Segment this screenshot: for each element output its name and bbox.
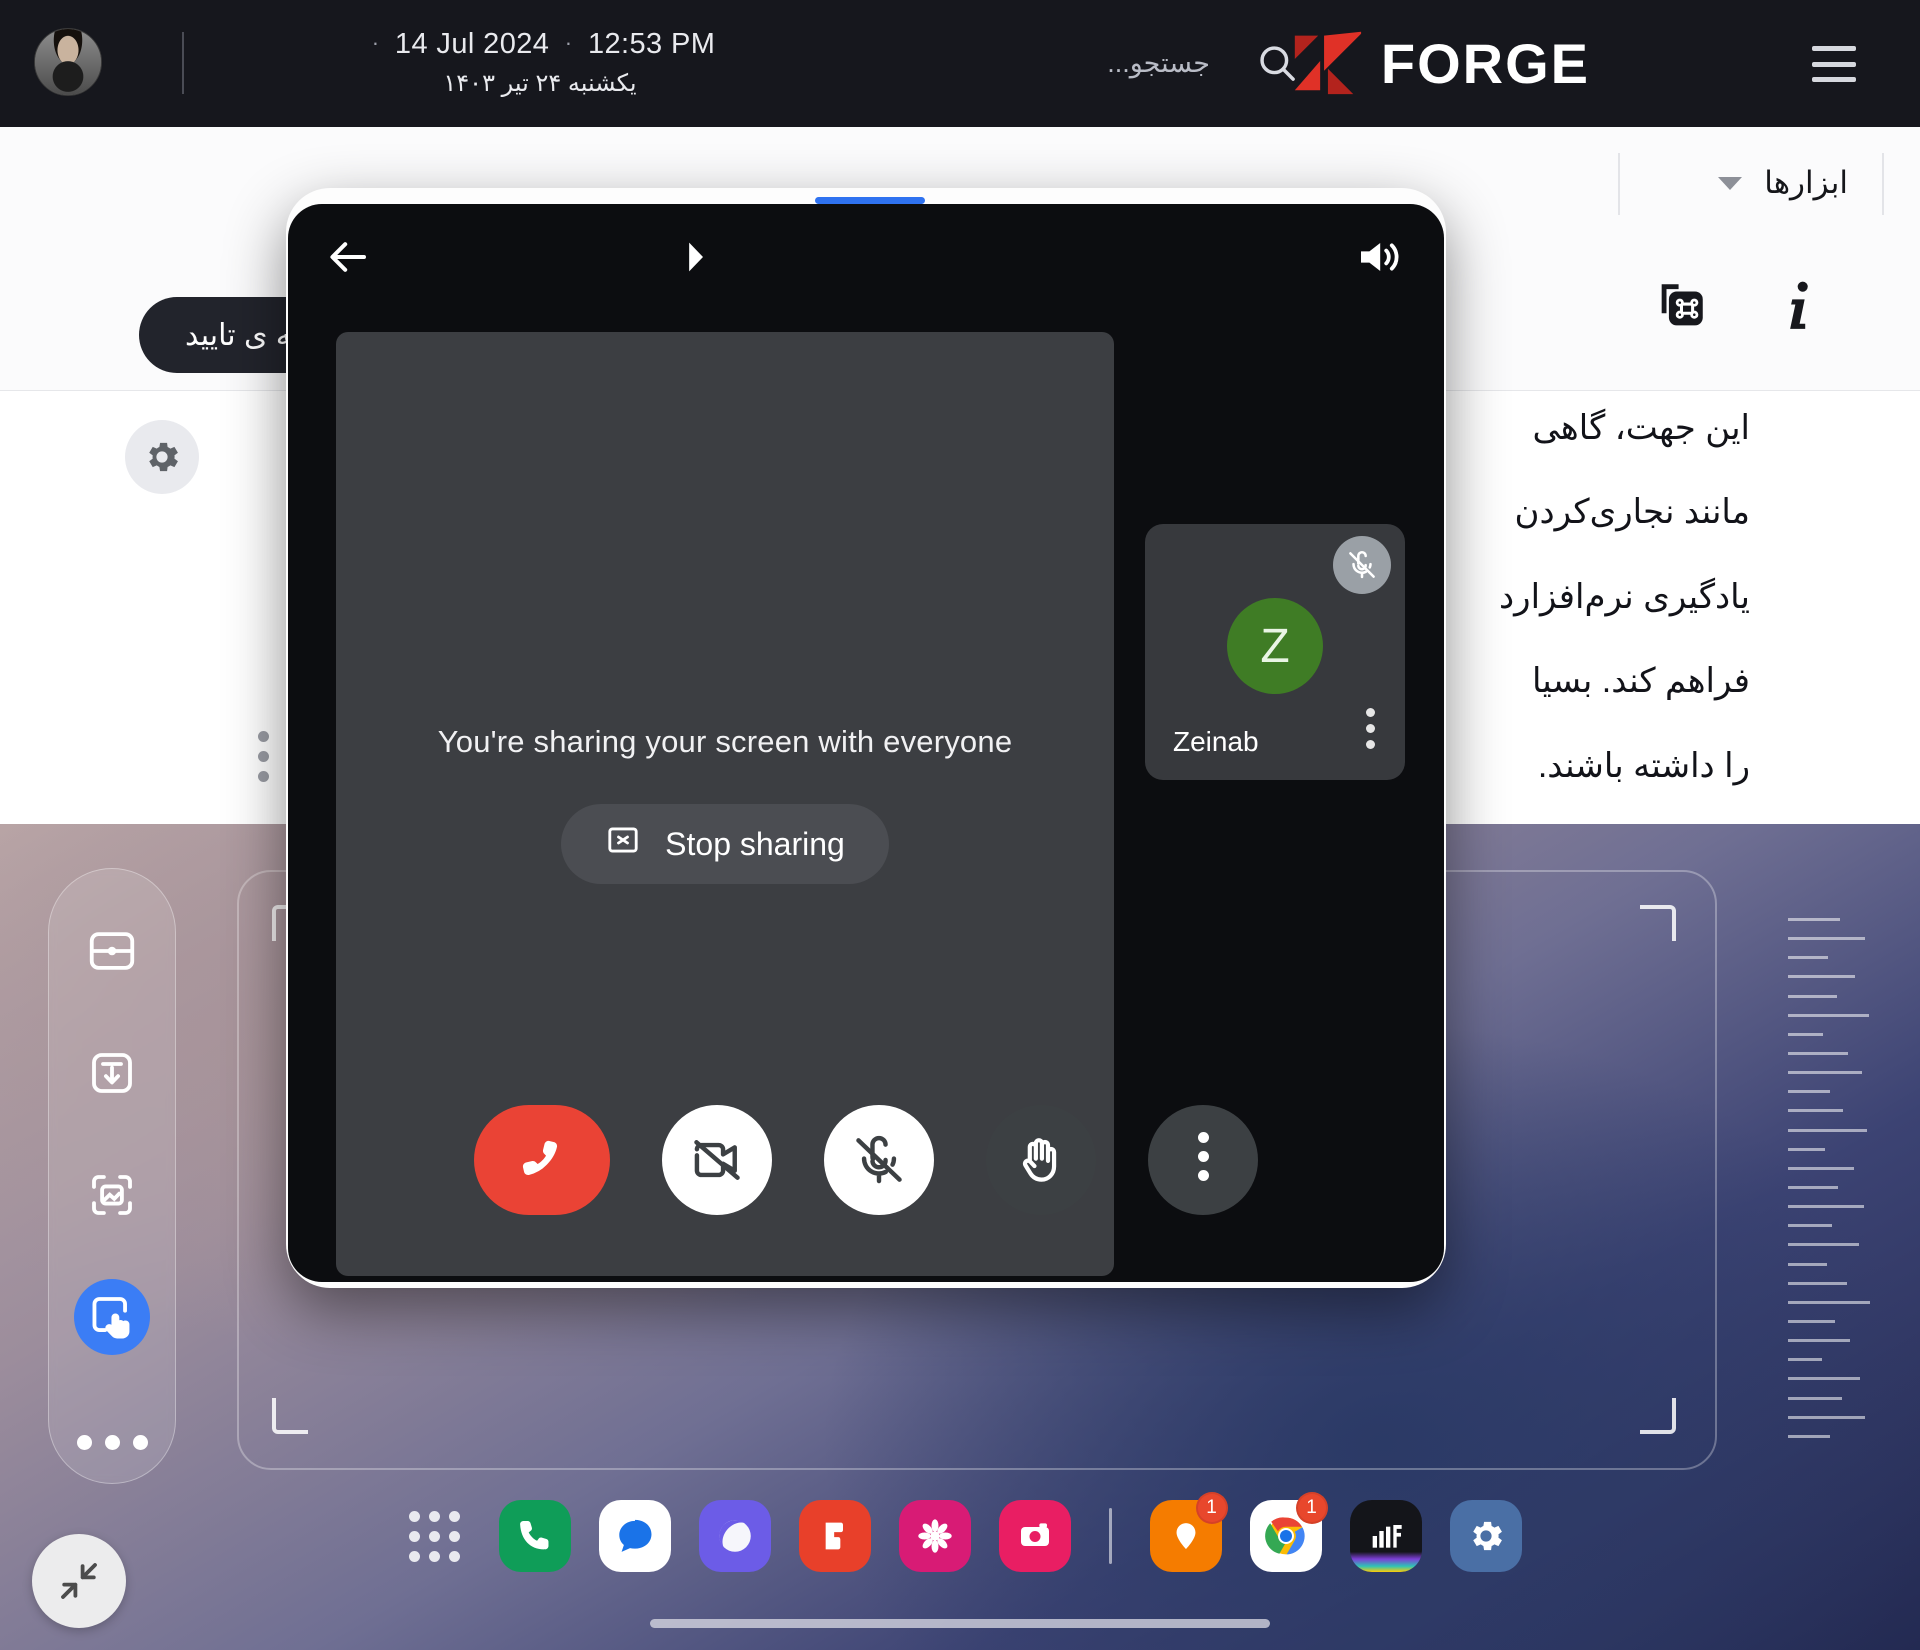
touch-pointer-icon[interactable] — [74, 1279, 150, 1355]
stop-sharing-label: Stop sharing — [665, 825, 845, 862]
hamburger-menu-icon[interactable] — [1812, 46, 1856, 82]
tools-dropdown[interactable]: ابزارها — [1718, 165, 1848, 201]
toolbar-divider-right — [1882, 153, 1884, 215]
frame-corner-top-right — [1640, 905, 1676, 941]
share-status-message: You're sharing your screen with everyone — [437, 724, 1013, 759]
participant-name: Zeinab — [1173, 726, 1259, 757]
app-grid-icon[interactable] — [399, 1500, 471, 1572]
home-indicator[interactable] — [650, 1619, 1270, 1628]
more-options-button[interactable] — [1148, 1105, 1258, 1215]
command-shortcut-icon[interactable] — [1652, 277, 1710, 340]
store-app[interactable] — [798, 1500, 871, 1572]
participant-tile[interactable]: Z Zeinab — [1145, 524, 1405, 780]
toolbar-divider-left — [1618, 153, 1620, 215]
play-arrow-icon[interactable] — [678, 237, 712, 282]
brand-name: FORGE — [1380, 32, 1590, 95]
user-avatar[interactable] — [34, 28, 102, 96]
screenshot-capture-icon[interactable] — [74, 1157, 150, 1233]
call-controls-bar — [288, 1080, 1444, 1240]
back-arrow-icon[interactable] — [324, 233, 372, 286]
stop-screenshare-icon — [605, 822, 641, 866]
window-drag-handle[interactable] — [815, 197, 925, 204]
time-separator-dot: · — [564, 30, 573, 55]
participant-avatar: Z — [1227, 598, 1323, 694]
end-call-button[interactable] — [474, 1105, 610, 1215]
photos-app[interactable] — [898, 1500, 971, 1572]
settings-app[interactable] — [1449, 1500, 1522, 1572]
app-dock: 1 1 — [0, 1482, 1920, 1590]
forge-mark-icon — [1287, 22, 1365, 105]
camera-toggle-button[interactable] — [662, 1105, 772, 1215]
edge-panel[interactable] — [48, 868, 176, 1484]
pull-down-window-icon[interactable] — [74, 1035, 150, 1111]
page-icon-row — [1652, 277, 1820, 340]
clock-time: 12:53 PM — [587, 28, 716, 60]
maps-badge: 1 — [1195, 1492, 1228, 1524]
mic-off-icon — [1333, 536, 1391, 594]
stop-sharing-button[interactable]: Stop sharing — [561, 804, 889, 884]
frame-corner-bottom-right — [1640, 1398, 1676, 1434]
search-input[interactable]: جستجو... — [1107, 48, 1210, 79]
more-dots-icon[interactable] — [74, 1401, 150, 1477]
dock-divider — [1108, 1508, 1112, 1564]
camera-app[interactable] — [998, 1500, 1071, 1572]
site-header: · 14 Jul 2024 · 12:53 PM یکشنبه ۲۴ تیر ۱… — [0, 0, 1920, 127]
phone-app[interactable] — [498, 1500, 571, 1572]
finance-app[interactable] — [1349, 1500, 1422, 1572]
mic-toggle-button[interactable] — [824, 1105, 934, 1215]
split-screen-icon[interactable] — [74, 913, 150, 989]
call-window-topbar — [288, 204, 1444, 314]
date-separator-dot: · — [371, 30, 380, 55]
header-divider — [182, 32, 184, 94]
speaker-volume-icon[interactable] — [1354, 233, 1408, 286]
settings-gear-icon[interactable] — [125, 420, 199, 494]
tools-dropdown-label: ابزارها — [1764, 165, 1848, 200]
more-vertical-icon[interactable] — [1366, 708, 1375, 756]
date-gregorian: 14 Jul 2024 — [394, 28, 550, 60]
chrome-app[interactable]: 1 — [1249, 1492, 1328, 1572]
row-more-icon[interactable] — [258, 731, 269, 791]
frame-corner-bottom-left — [272, 1398, 308, 1434]
messages-app[interactable] — [598, 1500, 671, 1572]
maps-app[interactable]: 1 — [1149, 1492, 1228, 1572]
info-icon[interactable] — [1780, 277, 1820, 340]
raise-hand-button[interactable] — [986, 1105, 1096, 1215]
chrome-badge: 1 — [1295, 1492, 1328, 1524]
header-datetime: · 14 Jul 2024 · 12:53 PM یکشنبه ۲۴ تیر ۱… — [330, 28, 750, 98]
samsung-internet-app[interactable] — [698, 1500, 771, 1572]
chevron-down-icon — [1718, 176, 1743, 190]
header-search[interactable]: جستجو... — [1107, 40, 1300, 86]
wallpaper-line-decoration — [1788, 918, 1872, 1438]
brand-logo[interactable]: FORGE — [1287, 22, 1590, 105]
date-jalali: یکشنبه ۲۴ تیر ۱۴۰۳ — [443, 70, 637, 97]
